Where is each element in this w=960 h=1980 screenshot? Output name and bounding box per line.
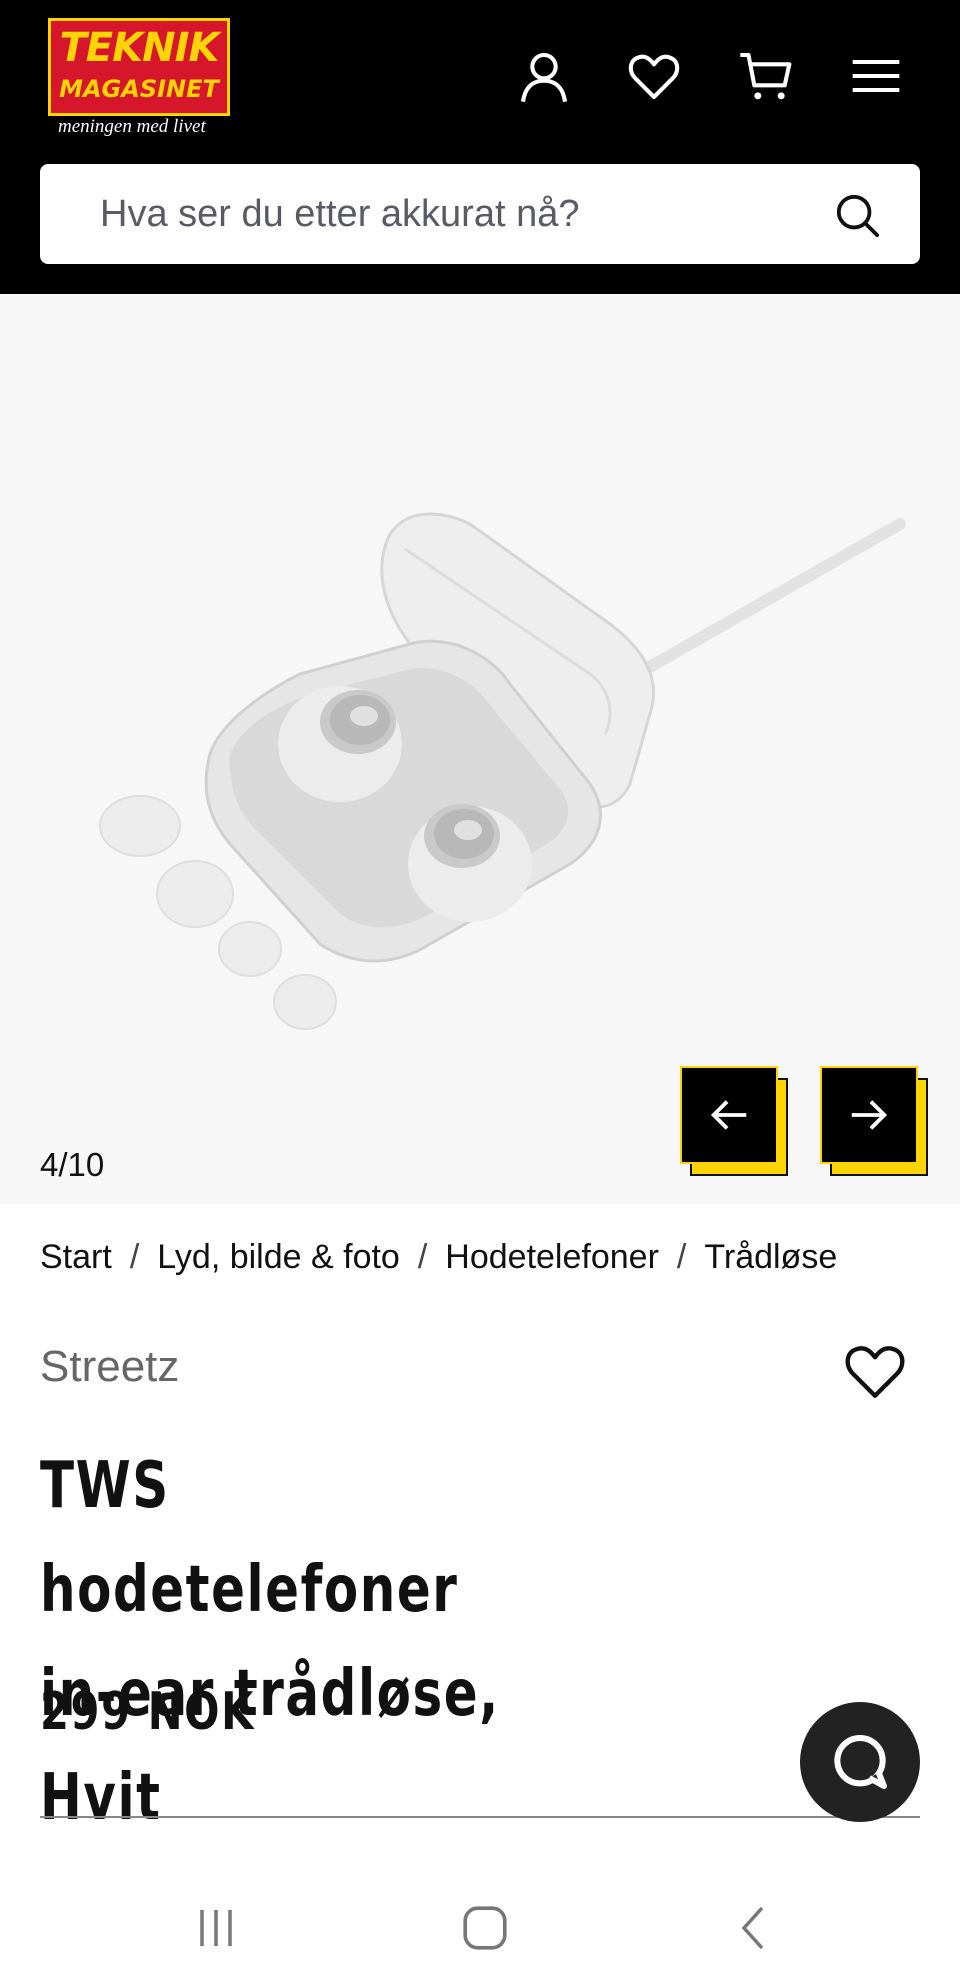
breadcrumb-item-tradlose[interactable]: Trådløse [704,1238,837,1276]
product-image [99,512,906,1030]
menu-icon [852,59,900,93]
back-icon [741,1906,764,1950]
product-price: 299 NOK [40,1682,255,1742]
wishlist-button[interactable] [622,44,686,108]
logo-line-1: TEKNIK [59,25,220,71]
product-brand[interactable]: Streetz [40,1342,179,1392]
back-button[interactable] [714,1888,794,1968]
breadcrumb-item-hodetelefoner[interactable]: Hodetelefoner [445,1238,659,1276]
breadcrumb: Start / Lyd, bilde & foto / Hodetelefoner / Tr… [40,1238,838,1276]
product-title-text: TWS hodetelefoner in-ear trådløse, Hvit [40,1449,500,1835]
product-title: TWS hodetelefoner in-ear trådløse, Hvit [40,1434,703,1850]
heart-icon [845,1346,905,1398]
image-counter: 4/10 [40,1146,105,1183]
site-header: TEKNIK MAGASINET meningen med livet [0,0,960,294]
next-image-button[interactable] [820,1066,928,1176]
divider [40,1816,920,1818]
home-icon [463,1906,507,1950]
breadcrumb-item-lyd-bilde-foto[interactable]: Lyd, bilde & foto [157,1238,400,1276]
chat-button[interactable] [800,1702,920,1822]
previous-image-button[interactable] [680,1066,788,1176]
recent-apps-button[interactable] [176,1888,256,1968]
arrow-right-icon [851,1100,888,1130]
product-gallery[interactable]: 4/10 [0,294,960,1204]
cart-button[interactable] [734,44,798,108]
breadcrumb-item-start[interactable]: Start [40,1238,112,1276]
add-to-wishlist-button[interactable] [842,1338,908,1404]
heart-icon [628,54,680,100]
logo-tagline: meningen med livet [58,116,206,137]
home-button[interactable] [445,1888,525,1968]
site-logo[interactable]: TEKNIK MAGASINET meningen med livet [48,16,232,140]
system-navigation-bar [0,1868,960,1980]
account-button[interactable] [512,44,576,108]
logo-line-2: MAGASINET [59,75,219,103]
cart-icon [740,52,792,100]
search-input[interactable] [100,164,800,264]
account-icon [520,52,568,103]
search-icon[interactable] [834,192,880,238]
logo-badge: TEKNIK MAGASINET [48,18,230,116]
chat-icon [834,1735,887,1789]
menu-button[interactable] [844,44,908,108]
search-bar [40,164,920,264]
arrow-left-icon [710,1100,747,1130]
recent-apps-icon [200,1910,232,1946]
